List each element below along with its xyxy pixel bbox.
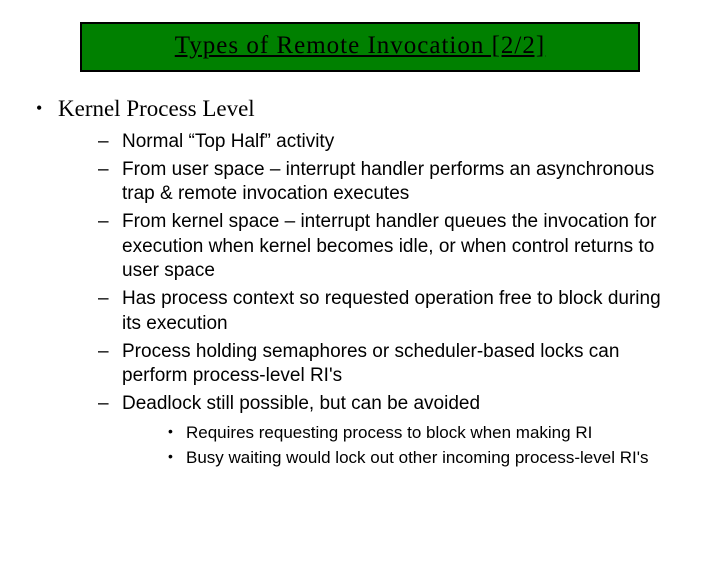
sub-bullet-text: Requires requesting process to block whe… <box>186 423 592 442</box>
level3-item: Requires requesting process to block whe… <box>166 421 684 445</box>
level1-heading: Kernel Process Level <box>58 96 255 121</box>
bullet-text: Normal “Top Half” activity <box>122 131 334 152</box>
bullet-text: From user space – interrupt handler perf… <box>122 159 654 205</box>
level2-item: Process holding semaphores or scheduler-… <box>94 340 684 389</box>
slide-title: Types of Remote Invocation [2/2] <box>175 32 545 59</box>
bullet-text: From kernel space – interrupt handler qu… <box>122 211 656 281</box>
level2-item: Normal “Top Half” activity <box>94 130 684 155</box>
level3-item: Busy waiting would lock out other incomi… <box>166 446 684 470</box>
level2-item: From user space – interrupt handler perf… <box>94 158 684 207</box>
level2-item: Deadlock still possible, but can be avoi… <box>94 392 684 470</box>
sub-bullet-text: Busy waiting would lock out other incomi… <box>186 448 648 467</box>
title-box: Types of Remote Invocation [2/2] <box>80 22 640 72</box>
bullet-text: Deadlock still possible, but can be avoi… <box>122 393 480 414</box>
level1-item: Kernel Process Level Normal “Top Half” a… <box>32 96 684 470</box>
level1-list: Kernel Process Level Normal “Top Half” a… <box>32 96 684 470</box>
level2-item: From kernel space – interrupt handler qu… <box>94 210 684 284</box>
bullet-text: Has process context so requested operati… <box>122 288 661 334</box>
level2-list: Normal “Top Half” activity From user spa… <box>94 130 684 470</box>
bullet-text: Process holding semaphores or scheduler-… <box>122 341 619 387</box>
level3-list: Requires requesting process to block whe… <box>166 421 684 471</box>
content-area: Kernel Process Level Normal “Top Half” a… <box>0 96 720 470</box>
level2-item: Has process context so requested operati… <box>94 287 684 336</box>
